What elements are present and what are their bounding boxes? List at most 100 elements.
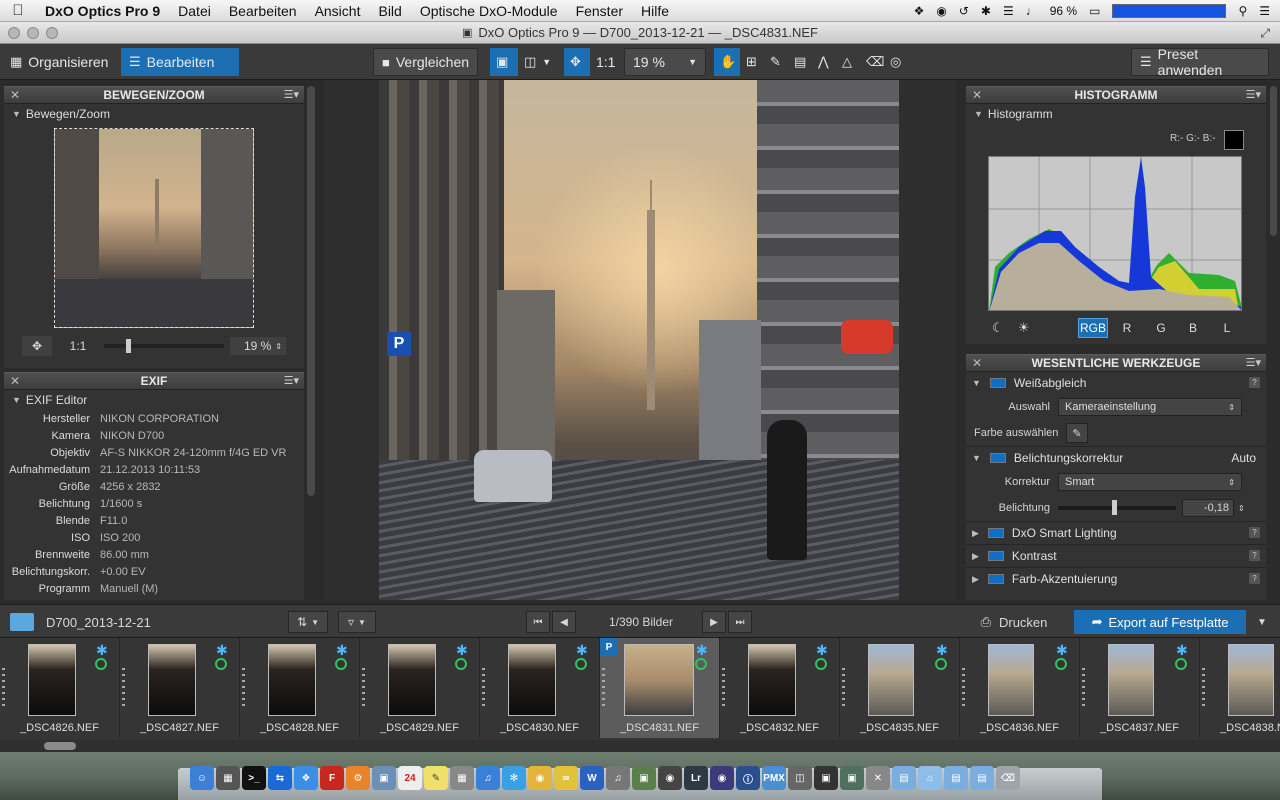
filter-button[interactable]: ▿ ▼ xyxy=(338,611,376,633)
channel-l-button[interactable]: L xyxy=(1212,318,1242,338)
single-view-button[interactable]: ▣ xyxy=(490,48,518,76)
dropbox-app-icon[interactable]: ❖ xyxy=(294,766,318,790)
exposure-tool[interactable]: ▼ Belichtungskorrektur Auto xyxy=(966,447,1266,469)
main-photo[interactable]: P xyxy=(379,80,899,600)
exposure-value-field[interactable]: -0,18 xyxy=(1182,499,1234,517)
menu-file[interactable]: Datei xyxy=(169,3,220,19)
zoom-select[interactable]: 19 % ▼ xyxy=(624,48,706,76)
drag-handle[interactable] xyxy=(122,668,125,708)
stepper-icon[interactable]: ⇕ xyxy=(275,342,282,351)
bluetooth-icon[interactable]: ✱ xyxy=(981,4,991,18)
color-accent-tool[interactable]: ▶ Farb-Akzentuierung ? xyxy=(966,568,1266,590)
menu-image[interactable]: Bild xyxy=(369,3,410,19)
horizon-tool[interactable]: ▤ xyxy=(788,48,812,76)
navigator-preview[interactable] xyxy=(54,128,254,328)
nav-zoom-field[interactable]: 19 % ⇕ xyxy=(230,337,286,355)
project-name[interactable]: D700_2013-12-21 xyxy=(46,615,151,630)
enable-toggle[interactable] xyxy=(989,453,1006,463)
one-to-one-button[interactable]: 1:1 xyxy=(588,48,623,76)
edit-tab[interactable]: ☰ Bearbeiten xyxy=(121,48,239,76)
move-icon[interactable]: ✥ xyxy=(22,336,52,356)
app-icon[interactable]: ◫ xyxy=(788,766,812,790)
filmstrip-thumbnail[interactable]: _DSC4831.NEF ✱ P xyxy=(600,638,720,738)
notification-list-icon[interactable]: ☰ xyxy=(1259,4,1270,18)
enable-toggle[interactable] xyxy=(987,574,1004,584)
drag-handle[interactable] xyxy=(482,668,485,708)
teamviewer-icon[interactable]: ⇆ xyxy=(268,766,292,790)
fullscreen-icon[interactable]: ⤢ xyxy=(1260,26,1270,41)
apple-menu-icon[interactable]:  xyxy=(0,2,36,19)
safari-icon[interactable]: ✻ xyxy=(502,766,526,790)
sort-button[interactable]: ⇅ ▼ xyxy=(288,611,328,633)
drag-handle[interactable] xyxy=(602,668,605,708)
menu-view[interactable]: Ansicht xyxy=(306,3,370,19)
filmstrip-thumbnail[interactable]: _DSC4832.NEF ✱ xyxy=(720,638,840,738)
folder-icon[interactable]: ▤ xyxy=(970,766,994,790)
time-machine-icon[interactable]: ↺ xyxy=(959,4,969,18)
eyedropper-tool[interactable]: ✎ xyxy=(764,48,787,76)
hand-tool[interactable]: ✋ xyxy=(714,48,740,76)
exposure-mode-dropdown[interactable]: Smart ⇕ xyxy=(1058,473,1242,491)
export-button[interactable]: ➦ Export auf Festplatte xyxy=(1074,610,1246,634)
menu-help[interactable]: Hilfe xyxy=(632,3,678,19)
app-icon[interactable]: ⓘ xyxy=(736,766,760,790)
filmstrip-thumbnail[interactable]: _DSC4826.NEF ✱ xyxy=(0,638,120,738)
contrast-tool[interactable]: ▶ Kontrast ? xyxy=(966,545,1266,567)
image-viewer[interactable]: P xyxy=(324,80,956,600)
terminal-icon[interactable]: >_ xyxy=(242,766,266,790)
filezilla-icon[interactable]: F xyxy=(320,766,344,790)
filmstrip-thumbnail[interactable]: _DSC4835.NEF ✱ xyxy=(840,638,960,738)
folder-icon[interactable]: ▤ xyxy=(892,766,916,790)
split-view-button[interactable]: ◫ ▼ xyxy=(520,48,555,76)
preview-icon[interactable]: ▣ xyxy=(372,766,396,790)
filmstrip-thumbnail[interactable]: _DSC4830.NEF ✱ xyxy=(480,638,600,738)
status-bar-widget[interactable] xyxy=(1112,3,1227,18)
app-icon[interactable]: ≃ xyxy=(554,766,578,790)
last-image-button[interactable]: ⏭ xyxy=(728,611,752,633)
finder-icon[interactable]: ☺ xyxy=(190,766,214,790)
menu-app[interactable]: DxO Optics Pro 9 xyxy=(36,3,169,19)
channel-rgb-button[interactable]: RGB xyxy=(1078,318,1108,338)
channel-r-button[interactable]: R xyxy=(1112,318,1142,338)
folder-icon[interactable]: ▤ xyxy=(944,766,968,790)
zoom-slider-handle[interactable] xyxy=(126,339,131,353)
nav-one-to-one[interactable]: 1:1 xyxy=(58,339,98,353)
compare-button[interactable]: ■ Vergleichen xyxy=(373,48,479,76)
filmstrip-scrollbar[interactable] xyxy=(0,740,1280,752)
help-icon[interactable]: ? xyxy=(1249,377,1260,388)
close-icon[interactable]: ✕ xyxy=(972,88,982,102)
drag-handle[interactable] xyxy=(2,668,5,708)
next-image-button[interactable]: ▶ xyxy=(702,611,726,633)
stickies-icon[interactable]: ✎ xyxy=(424,766,448,790)
close-window-button[interactable] xyxy=(8,27,20,39)
menu-edit[interactable]: Bearbeiten xyxy=(220,3,306,19)
filmstrip-thumbnail[interactable]: _DSC4836.NEF ✱ xyxy=(960,638,1080,738)
drag-handle[interactable] xyxy=(1202,668,1205,708)
enable-toggle[interactable] xyxy=(987,551,1004,561)
dashboard-icon[interactable]: ▦ xyxy=(216,766,240,790)
close-icon[interactable]: ✕ xyxy=(10,374,20,388)
help-icon[interactable]: ? xyxy=(1249,573,1260,584)
word-icon[interactable]: W xyxy=(580,766,604,790)
filmstrip-thumbnail[interactable]: _DSC4838.NEF xyxy=(1200,638,1280,738)
stepper-icon[interactable]: ⇕ xyxy=(1238,504,1245,513)
channel-b-button[interactable]: B xyxy=(1178,318,1208,338)
first-image-button[interactable]: ⏮ xyxy=(526,611,550,633)
drag-handle[interactable] xyxy=(1082,668,1085,708)
filmstrip-thumbnail[interactable]: _DSC4829.NEF ✱ xyxy=(360,638,480,738)
histogram-subheader[interactable]: ▼ Histogramm xyxy=(966,104,1266,124)
panel-menu-icon[interactable]: ☰▾ xyxy=(284,88,299,101)
app-icon[interactable]: ▣ xyxy=(632,766,656,790)
volume-icon[interactable]: ♩ xyxy=(1026,4,1038,18)
drag-handle[interactable] xyxy=(962,668,965,708)
home-folder-icon[interactable]: ⌂ xyxy=(918,766,942,790)
app-icon[interactable]: ▣ xyxy=(814,766,838,790)
app-icon[interactable]: ⚙ xyxy=(346,766,370,790)
move-zoom-subheader[interactable]: ▼ Bewegen/Zoom xyxy=(4,104,304,124)
local-adjust-tool[interactable]: △ xyxy=(836,48,858,76)
drag-handle[interactable] xyxy=(722,668,725,708)
calendar-icon[interactable]: 24 xyxy=(398,766,422,790)
record-icon[interactable]: ◉ xyxy=(936,4,946,18)
filmstrip-scroll-thumb[interactable] xyxy=(44,742,76,750)
redeye-tool[interactable]: ◎ xyxy=(884,48,907,76)
